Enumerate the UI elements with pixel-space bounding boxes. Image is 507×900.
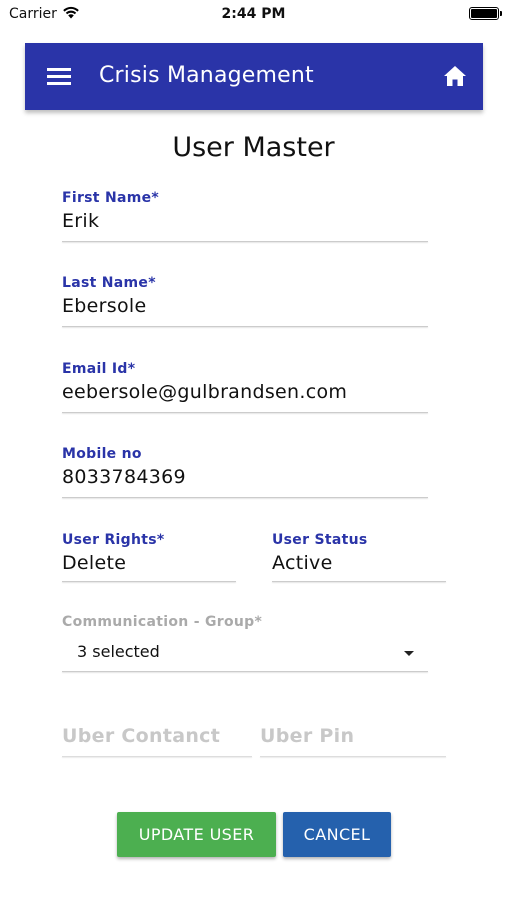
uber-contact-underline [62,756,252,757]
uber-pin-underline [260,756,446,757]
last-name-value[interactable]: Ebersole [62,295,428,317]
battery-icon [469,7,499,20]
mobile-field[interactable]: Mobile no 8033784369 [62,446,428,498]
uber-contact-field[interactable] [62,725,252,757]
user-rights-label: User Rights* [62,532,165,548]
first-name-underline [62,241,428,242]
home-icon[interactable] [443,65,467,87]
caret-down-icon[interactable] [404,651,414,656]
email-value[interactable]: eebersole@gulbrandsen.com [62,381,428,403]
battery-tip [500,11,502,16]
email-underline [62,412,428,413]
communication-group-label: Communication - Group* [62,614,263,630]
update-user-button[interactable]: UPDATE USER [117,812,276,857]
last-name-label: Last Name* [62,275,156,291]
first-name-field[interactable]: First Name* Erik [62,190,428,242]
uber-contact-input[interactable] [62,725,252,747]
first-name-label: First Name* [62,190,160,206]
communication-group-underline [62,671,428,672]
email-label: Email Id* [62,361,136,377]
uber-pin-input[interactable] [260,725,446,747]
communication-group-selected[interactable]: 3 selected [77,642,160,661]
user-status-underline [272,581,446,582]
mobile-label: Mobile no [62,446,142,462]
mobile-underline [62,497,428,498]
app-bar: Crisis Management [25,43,483,110]
user-rights-value[interactable]: Delete [62,552,236,574]
status-bar: Carrier 2:44 PM [0,0,507,28]
uber-pin-field[interactable] [260,725,446,757]
user-rights-field[interactable]: User Rights* Delete [62,532,236,582]
last-name-field[interactable]: Last Name* Ebersole [62,275,428,327]
user-status-label: User Status [272,532,368,548]
mobile-value[interactable]: 8033784369 [62,466,428,488]
last-name-underline [62,326,428,327]
email-field[interactable]: Email Id* eebersole@gulbrandsen.com [62,361,428,413]
app-title: Crisis Management [99,63,314,88]
communication-group-select[interactable]: Communication - Group* 3 selected [62,614,428,672]
user-status-field[interactable]: User Status Active [272,532,446,582]
page-title: User Master [172,132,335,163]
user-status-value[interactable]: Active [272,552,446,574]
clock: 2:44 PM [221,6,286,22]
cancel-button[interactable]: CANCEL [283,812,391,857]
hamburger-menu-icon[interactable] [47,68,71,85]
user-rights-underline [62,581,236,582]
first-name-value[interactable]: Erik [62,210,428,232]
